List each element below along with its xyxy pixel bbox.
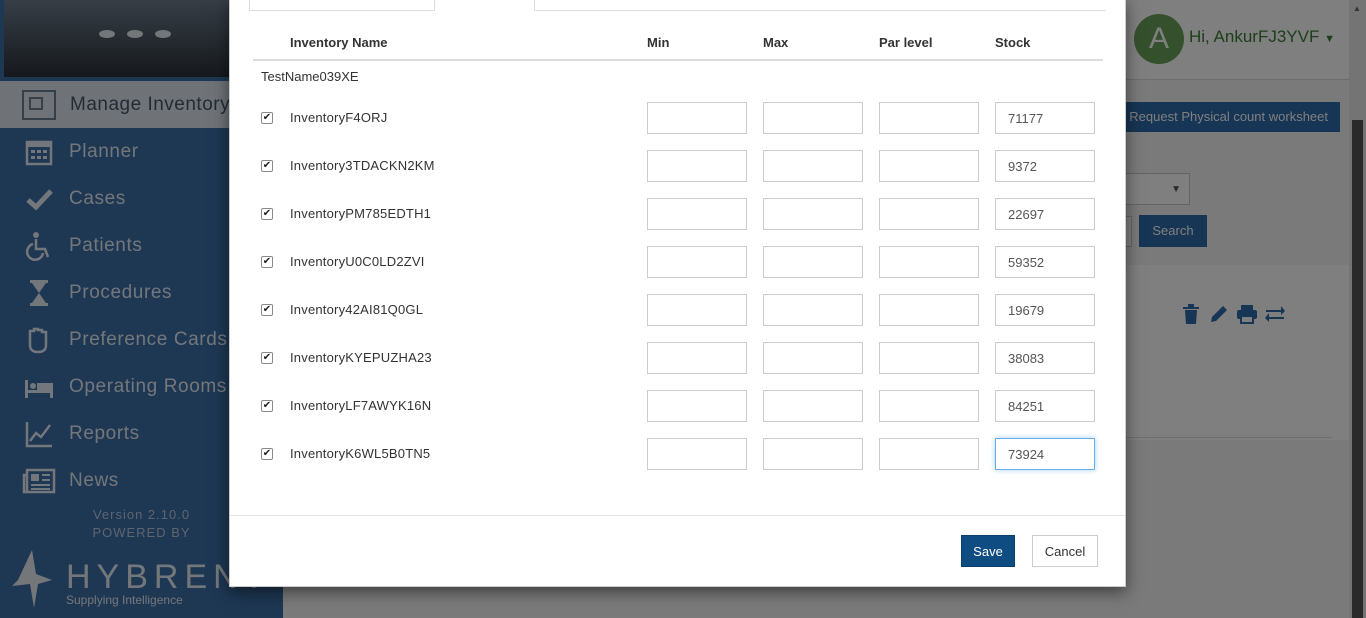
row-checkbox[interactable]: ✔ <box>261 448 273 460</box>
inventory-name: Inventory42AI81Q0GL <box>290 302 424 317</box>
max-input[interactable] <box>763 438 863 470</box>
max-input[interactable] <box>763 102 863 134</box>
row-checkbox[interactable]: ✔ <box>261 160 273 172</box>
table-row: ✔ InventoryK6WL5B0TN5 <box>253 438 1103 486</box>
cancel-button[interactable]: Cancel <box>1032 535 1098 567</box>
column-header-min: Min <box>647 35 670 50</box>
max-input[interactable] <box>763 150 863 182</box>
column-header-stock: Stock <box>995 35 1031 50</box>
inventory-name: Inventory3TDACKN2KM <box>290 158 435 173</box>
inventory-name: InventoryPM785EDTH1 <box>290 206 432 221</box>
row-checkbox[interactable]: ✔ <box>261 400 273 412</box>
row-checkbox[interactable]: ✔ <box>261 112 273 124</box>
max-input[interactable] <box>763 342 863 374</box>
min-input[interactable] <box>647 246 747 278</box>
par-level-input[interactable] <box>879 294 979 326</box>
column-header-inventory-name: Inventory Name <box>290 35 388 50</box>
inventory-name: InventoryLF7AWYK16N <box>290 398 432 413</box>
par-level-input[interactable] <box>879 246 979 278</box>
max-input[interactable] <box>763 294 863 326</box>
column-header-max: Max <box>763 35 789 50</box>
inventory-settings-modal: Inventory Name Min Max Par level Stock T… <box>229 0 1126 587</box>
modal-tabs <box>249 0 1106 11</box>
min-input[interactable] <box>647 294 747 326</box>
min-input[interactable] <box>647 102 747 134</box>
min-input[interactable] <box>647 438 747 470</box>
table-row: ✔ InventoryPM785EDTH1 <box>253 198 1103 246</box>
table-header: Inventory Name Min Max Par level Stock <box>253 27 1103 61</box>
max-input[interactable] <box>763 246 863 278</box>
table-row: ✔ Inventory3TDACKN2KM <box>253 150 1103 198</box>
stock-input[interactable] <box>995 294 1095 326</box>
row-checkbox[interactable]: ✔ <box>261 352 273 364</box>
par-level-input[interactable] <box>879 150 979 182</box>
row-checkbox[interactable]: ✔ <box>261 304 273 316</box>
table-row: ✔ Inventory42AI81Q0GL <box>253 294 1103 342</box>
modal-footer: Save Cancel <box>230 515 1125 587</box>
max-input[interactable] <box>763 390 863 422</box>
stock-input[interactable] <box>995 342 1095 374</box>
par-level-input[interactable] <box>879 390 979 422</box>
min-input[interactable] <box>647 150 747 182</box>
par-level-input[interactable] <box>879 198 979 230</box>
inventory-name: InventoryKYEPUZHA23 <box>290 350 432 365</box>
row-checkbox[interactable]: ✔ <box>261 208 273 220</box>
tab-divider <box>534 0 535 11</box>
tab-active[interactable] <box>435 0 534 11</box>
par-level-input[interactable] <box>879 102 979 134</box>
par-level-input[interactable] <box>879 342 979 374</box>
min-input[interactable] <box>647 198 747 230</box>
min-input[interactable] <box>647 342 747 374</box>
min-input[interactable] <box>647 390 747 422</box>
column-header-par-level: Par level <box>879 35 933 50</box>
stock-input[interactable] <box>995 198 1095 230</box>
tab-inactive[interactable] <box>249 0 435 11</box>
par-level-input[interactable] <box>879 438 979 470</box>
max-input[interactable] <box>763 198 863 230</box>
stock-input[interactable] <box>995 102 1095 134</box>
row-checkbox[interactable]: ✔ <box>261 256 273 268</box>
stock-input[interactable] <box>995 150 1095 182</box>
stock-input[interactable] <box>995 438 1095 470</box>
inventory-name: InventoryU0C0LD2ZVI <box>290 254 425 269</box>
table-row: ✔ InventoryU0C0LD2ZVI <box>253 246 1103 294</box>
group-title: TestName039XE <box>261 69 359 84</box>
save-button[interactable]: Save <box>961 535 1015 567</box>
table-row: ✔ InventoryLF7AWYK16N <box>253 390 1103 438</box>
inventory-name: InventoryF4ORJ <box>290 110 388 125</box>
table-row: ✔ InventoryKYEPUZHA23 <box>253 342 1103 390</box>
inventory-name: InventoryK6WL5B0TN5 <box>290 446 431 461</box>
table-row: ✔ InventoryF4ORJ <box>253 102 1103 150</box>
stock-input[interactable] <box>995 246 1095 278</box>
stock-input[interactable] <box>995 390 1095 422</box>
inventory-table: Inventory Name Min Max Par level Stock T… <box>253 27 1103 470</box>
